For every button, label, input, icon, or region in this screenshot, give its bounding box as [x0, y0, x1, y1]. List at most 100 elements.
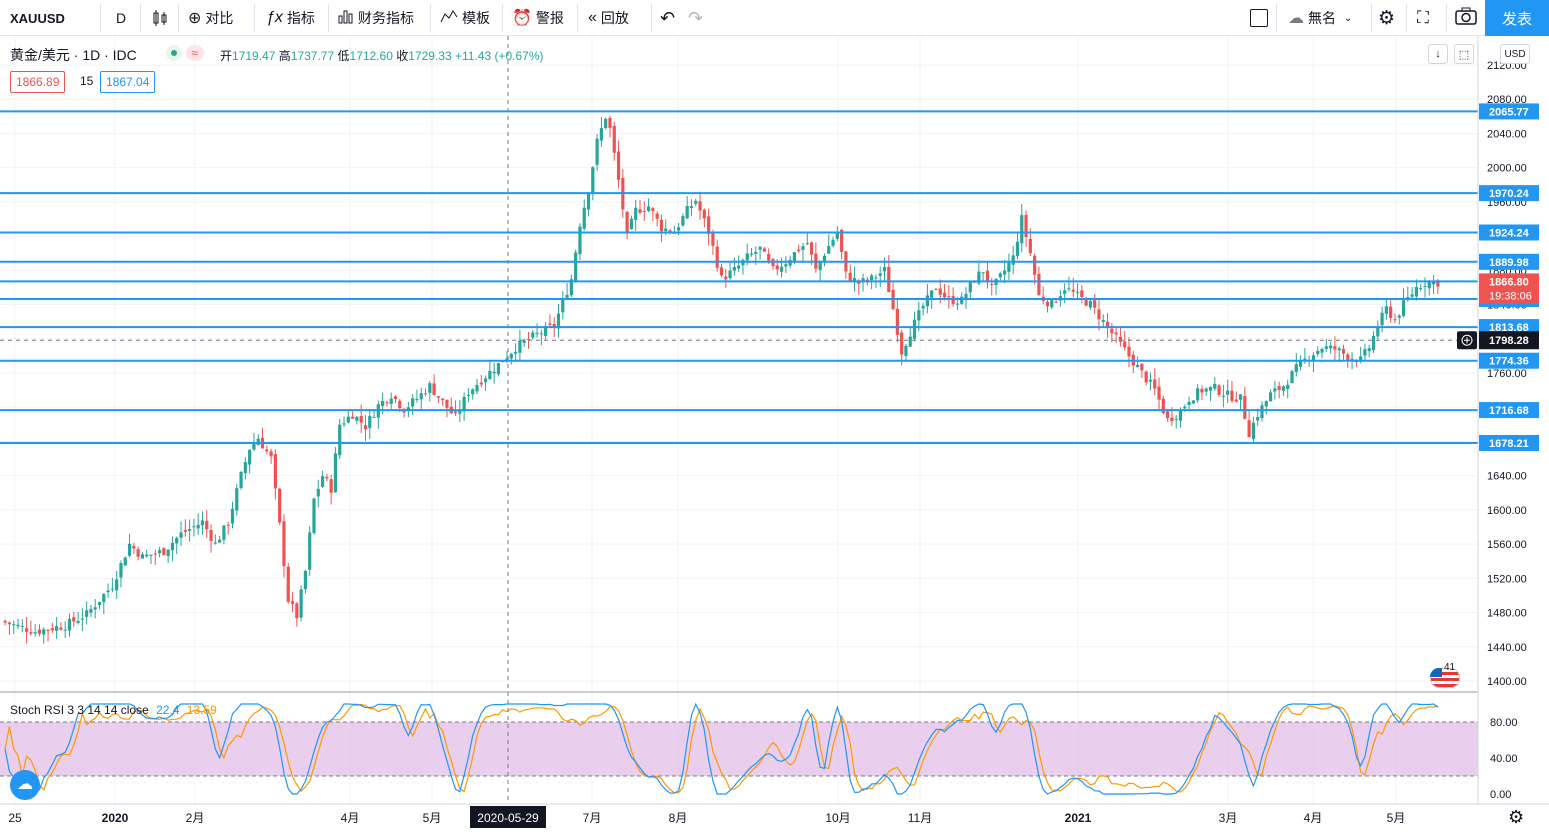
crosshair-price-label: 1798.28	[1479, 331, 1539, 350]
candle	[651, 206, 655, 221]
maximize-pane-button[interactable]: ⬚	[1454, 44, 1474, 64]
alert-button[interactable]: ⏰ 警报	[512, 0, 564, 36]
candle-body	[634, 207, 638, 220]
sell-price-button[interactable]: 1866.89	[10, 71, 66, 93]
candle	[1277, 381, 1281, 399]
candle-body	[393, 396, 398, 399]
candle	[1161, 395, 1165, 415]
candle-body	[123, 557, 127, 566]
candle-body	[1200, 388, 1204, 393]
candle-body	[16, 624, 20, 627]
candle	[123, 556, 127, 566]
tradingview-logo-icon[interactable]: ☁	[10, 770, 40, 800]
candle-body	[1183, 406, 1187, 409]
candle-body	[1067, 288, 1071, 290]
interval-button[interactable]: D	[116, 0, 126, 36]
candle	[492, 362, 496, 384]
compare-button[interactable]: ⊕ 对比	[188, 0, 233, 36]
scroll-down-button[interactable]: ↓	[1428, 44, 1448, 64]
candle-body	[586, 193, 591, 210]
time-axis: 25 2020 2月 4月 5月 7月 8月 10月 11月 2021 3月 4月 5月 2020-05-…	[0, 803, 1549, 835]
add-alert-button[interactable]	[1457, 331, 1477, 350]
layout-button[interactable]	[1250, 0, 1268, 36]
candle	[518, 329, 522, 361]
candle	[565, 283, 569, 300]
price-tick-label: 2000.00	[1487, 163, 1527, 175]
candle	[985, 260, 990, 289]
publish-label: 发表	[1501, 10, 1532, 28]
candle-body	[1247, 420, 1251, 438]
candle-body	[509, 353, 513, 359]
candle-body	[466, 394, 471, 396]
chevron-down-icon: ⌄	[1344, 12, 1353, 24]
indicators-button[interactable]: ƒx 指标	[266, 0, 315, 36]
candle	[887, 255, 891, 293]
candle	[1431, 275, 1436, 295]
templates-button[interactable]: 模板	[440, 0, 490, 36]
candle-body	[1135, 364, 1140, 368]
candle-body	[719, 267, 724, 276]
currency-button[interactable]: USD	[1500, 44, 1530, 64]
candle	[1316, 346, 1320, 357]
candle-body	[110, 588, 114, 590]
candle	[449, 397, 453, 415]
candle	[320, 470, 325, 488]
settings-button[interactable]: ⚙	[1378, 0, 1395, 36]
candle	[1140, 363, 1144, 378]
symbol-search[interactable]: XAUUSD	[10, 0, 65, 36]
candle	[625, 210, 629, 240]
axis-settings-button[interactable]: ⚙	[1508, 807, 1524, 828]
candle-body	[140, 554, 145, 559]
replay-label: 回放	[600, 10, 629, 26]
candle	[616, 140, 621, 189]
fullscreen-icon: ⛶	[1417, 8, 1429, 27]
interval-label: D	[116, 10, 127, 26]
candle-body	[350, 416, 355, 419]
candle	[655, 211, 659, 227]
undo-button[interactable]: ↶	[660, 0, 675, 36]
candle	[677, 222, 681, 236]
candle	[37, 624, 42, 637]
candle-body	[1380, 312, 1384, 326]
candle-body	[646, 206, 651, 211]
fullscreen-button[interactable]: ⛶	[1417, 0, 1429, 36]
replay-button[interactable]: «回放	[588, 0, 629, 36]
buy-price-button[interactable]: 1867.04	[100, 71, 156, 93]
candle-body	[308, 532, 312, 570]
candle-body	[767, 254, 771, 261]
price-chart[interactable]: 2120.002080.002040.002000.001960.001920.…	[0, 36, 1549, 835]
candle-body	[359, 416, 363, 423]
market-status[interactable]: ≈	[166, 44, 204, 61]
candle	[496, 362, 501, 377]
snapshot-button[interactable]	[1455, 0, 1477, 36]
candle-body	[1007, 262, 1011, 272]
candle-body	[1363, 349, 1367, 356]
chart-type-button[interactable]	[150, 0, 170, 36]
publish-button[interactable]: 发表	[1485, 0, 1549, 36]
candle-body	[269, 451, 273, 457]
divider	[1371, 4, 1372, 32]
candle-body	[797, 249, 801, 252]
candle	[312, 497, 316, 535]
bar-chart-icon	[338, 8, 354, 29]
candle-body	[1144, 371, 1148, 383]
candle-body	[968, 282, 972, 293]
financials-button[interactable]: 财务指标	[338, 0, 414, 36]
candle-body	[286, 566, 290, 602]
camera-icon	[1455, 7, 1477, 30]
candle-body	[925, 295, 929, 307]
candle	[1093, 294, 1097, 314]
candle	[308, 526, 312, 577]
candle-body	[629, 218, 634, 230]
candle	[282, 514, 286, 578]
candle-body	[278, 488, 282, 523]
candle-body	[531, 332, 535, 338]
candle	[80, 608, 84, 632]
candle-body	[1427, 281, 1431, 289]
events-flag-icon[interactable]: 41	[1428, 662, 1460, 688]
redo-button[interactable]: ↷	[688, 0, 703, 36]
save-layout-button[interactable]: ☁ 無名 ⌄	[1288, 0, 1352, 36]
candle	[544, 322, 548, 340]
divider	[140, 4, 141, 32]
candle	[42, 627, 46, 644]
